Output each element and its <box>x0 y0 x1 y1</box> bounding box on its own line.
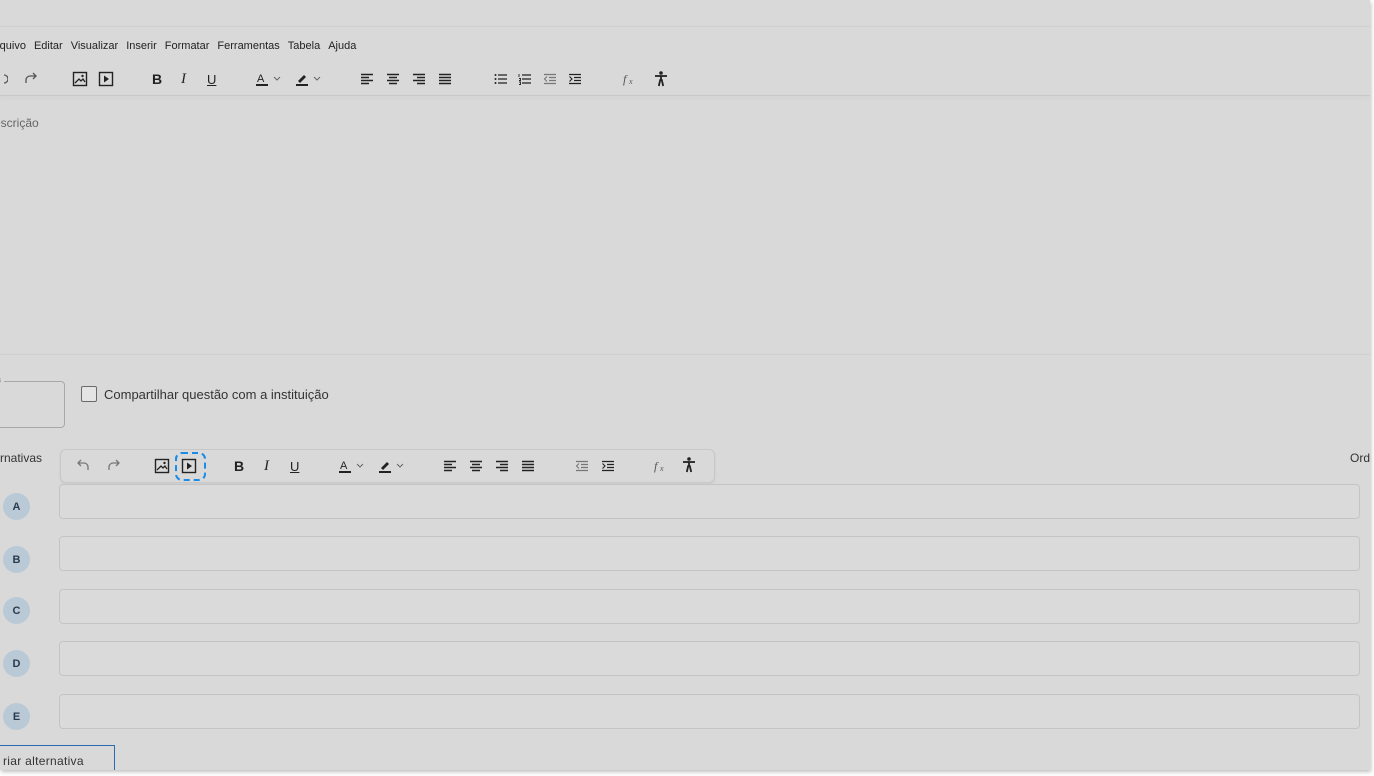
align-justify-icon[interactable] <box>438 68 452 90</box>
alternative-floating-toolbar: B I U A fx <box>60 449 715 483</box>
svg-text:A: A <box>340 460 348 472</box>
align-center-icon[interactable] <box>469 455 483 477</box>
alternative-input-c[interactable] <box>59 589 1360 624</box>
select-field[interactable] <box>0 381 65 428</box>
align-right-icon[interactable] <box>412 68 426 90</box>
alternative-badge-c: C <box>3 597 30 624</box>
redo-icon[interactable] <box>107 455 121 477</box>
share-checkbox-label: Compartilhar questão com a instituição <box>104 386 329 402</box>
media-button-focus-ring <box>175 452 206 481</box>
accessibility-icon[interactable] <box>682 454 696 476</box>
numbered-list-icon[interactable] <box>518 68 532 90</box>
svg-text:x: x <box>628 77 633 86</box>
editor-toolbar: B I U A fx <box>0 66 698 92</box>
alternative-badge-a: A <box>3 493 30 520</box>
svg-text:x: x <box>659 464 664 473</box>
create-alternative-button[interactable]: riar alternativa <box>0 745 115 770</box>
menu-tabela[interactable]: Tabela <box>288 40 320 52</box>
indent-icon[interactable] <box>568 68 582 90</box>
align-left-icon[interactable] <box>360 68 374 90</box>
text-color-icon[interactable]: A <box>256 68 284 90</box>
italic-icon[interactable]: I <box>264 455 269 477</box>
text-color-icon[interactable]: A <box>339 455 367 477</box>
indent-icon[interactable] <box>601 455 615 477</box>
description-placeholder[interactable]: escrição <box>0 116 39 130</box>
menu-arquivo[interactable]: rquivo <box>0 40 26 52</box>
bullet-list-icon[interactable] <box>494 68 508 90</box>
svg-text:f: f <box>654 459 659 473</box>
insert-image-icon[interactable] <box>72 68 88 90</box>
question-editor-page: rquivo Editar Visualizar Inserir Formata… <box>0 0 1370 770</box>
menu-formatar[interactable]: Formatar <box>165 40 210 52</box>
menu-ferramentas[interactable]: Ferramentas <box>217 40 279 52</box>
alternative-input-b[interactable] <box>59 536 1360 571</box>
insert-image-icon[interactable] <box>154 455 170 477</box>
editor-bottom-border <box>0 354 1370 355</box>
alternative-input-a[interactable] <box>59 484 1360 519</box>
top-strip <box>0 0 1370 27</box>
underline-icon[interactable]: U <box>290 455 299 477</box>
italic-icon[interactable]: I <box>181 68 186 90</box>
highlight-color-icon[interactable] <box>379 455 407 477</box>
undo-icon[interactable] <box>0 68 8 90</box>
menu-visualizar[interactable]: Visualizar <box>71 40 119 52</box>
share-checkbox-row[interactable]: Compartilhar questão com a instituição <box>81 386 329 402</box>
highlight-color-icon[interactable] <box>296 68 324 90</box>
alternatives-label: rnativas <box>0 451 43 465</box>
underline-icon[interactable]: U <box>207 68 216 90</box>
svg-text:f: f <box>623 72 628 86</box>
insert-media-icon[interactable] <box>98 68 114 90</box>
undo-icon[interactable] <box>76 455 90 477</box>
alternative-input-d[interactable] <box>59 641 1360 676</box>
svg-text:A: A <box>257 73 265 85</box>
formula-icon[interactable]: fx <box>622 68 638 90</box>
outdent-icon[interactable] <box>575 455 589 477</box>
alternative-input-e[interactable] <box>59 694 1360 729</box>
align-left-icon[interactable] <box>443 455 457 477</box>
menu-editar[interactable]: Editar <box>34 40 63 52</box>
align-justify-icon[interactable] <box>521 455 535 477</box>
align-center-icon[interactable] <box>386 68 400 90</box>
select-field-legend: a <box>0 374 5 384</box>
editor-menubar: rquivo Editar Visualizar Inserir Formata… <box>0 36 364 56</box>
outdent-icon[interactable] <box>543 68 557 90</box>
alternative-badge-b: B <box>3 546 30 573</box>
accessibility-icon[interactable] <box>654 68 668 90</box>
formula-icon[interactable]: fx <box>653 455 669 477</box>
toolbar-divider <box>0 95 1370 96</box>
alternative-badge-e: E <box>3 703 30 730</box>
alternative-badge-d: D <box>3 650 30 677</box>
bold-icon[interactable]: B <box>234 455 244 477</box>
share-checkbox[interactable] <box>81 386 97 402</box>
align-right-icon[interactable] <box>495 455 509 477</box>
bold-icon[interactable]: B <box>152 68 162 90</box>
menu-inserir[interactable]: Inserir <box>126 40 157 52</box>
redo-icon[interactable] <box>24 68 38 90</box>
order-label: Ord <box>1350 451 1370 465</box>
menu-ajuda[interactable]: Ajuda <box>328 40 356 52</box>
